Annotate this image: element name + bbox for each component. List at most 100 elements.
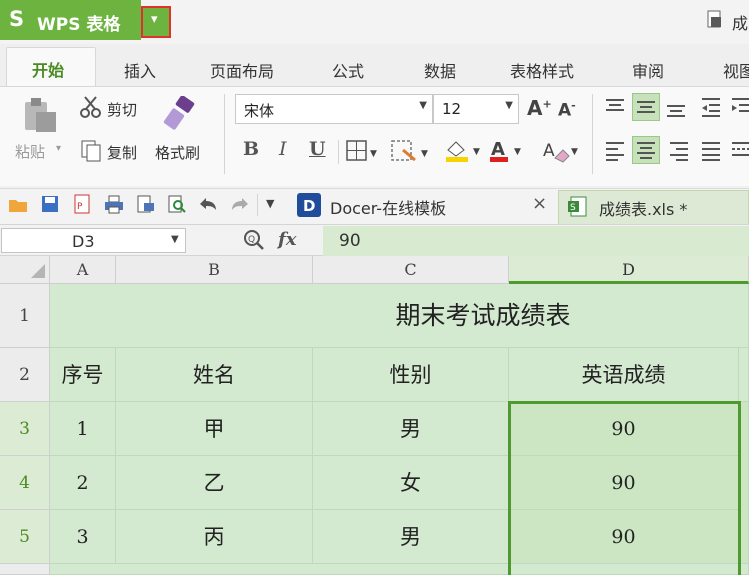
spreadsheet-file-icon: S [567, 196, 589, 222]
svg-text:D: D [303, 197, 315, 215]
align-middle-icon[interactable] [632, 93, 660, 121]
align-bottom-icon[interactable] [665, 98, 687, 124]
svg-text:▼: ▼ [473, 147, 480, 157]
file-tab-active[interactable]: S 成绩表.xls * [558, 190, 749, 224]
font-name-value: 宋体 [244, 102, 275, 120]
paste-icon[interactable] [20, 96, 60, 138]
row-header-5[interactable]: 5 [0, 510, 50, 564]
increase-indent-icon[interactable] [730, 96, 749, 122]
svg-text:▼: ▼ [571, 147, 578, 157]
italic-button[interactable]: I [279, 138, 287, 160]
font-color-icon[interactable]: A ▼ [488, 138, 528, 168]
row-header-4[interactable]: 4 [0, 456, 50, 510]
font-name-select[interactable]: 宋体 ▼ [235, 94, 433, 124]
bold-button[interactable]: B [243, 138, 259, 160]
cell-style-icon[interactable]: ▼ [391, 140, 431, 168]
tab-page-layout[interactable]: 页面布局 [210, 58, 274, 82]
save-icon[interactable] [40, 194, 60, 218]
empty-cell[interactable] [739, 348, 749, 402]
insert-function-icon[interactable]: fx [278, 229, 296, 250]
table-cell[interactable]: 2 [50, 456, 116, 510]
tab-view[interactable]: 视图 [723, 58, 749, 82]
table-cell[interactable]: 3 [50, 510, 116, 564]
increase-font-icon[interactable]: A+ [527, 96, 552, 120]
open-folder-icon[interactable] [8, 195, 30, 219]
ribbon-divider [224, 94, 225, 174]
tab-data[interactable]: 数据 [424, 58, 456, 82]
svg-text:▼: ▼ [370, 149, 377, 159]
tab-table-style[interactable]: 表格样式 [510, 58, 574, 82]
distributed-align-icon[interactable] [730, 140, 749, 166]
svg-text:▼: ▼ [514, 147, 521, 157]
align-left-icon[interactable] [604, 140, 626, 166]
tab-label: 开始 [32, 61, 65, 80]
paste-dropdown-icon[interactable]: ▾ [56, 143, 61, 154]
clear-format-icon[interactable]: A ▼ [541, 138, 581, 168]
format-painter-icon[interactable] [163, 95, 199, 136]
row-header-2[interactable]: 2 [0, 348, 50, 402]
align-center-icon[interactable] [632, 136, 660, 164]
scissors-icon[interactable] [80, 96, 102, 122]
format-painter-label[interactable]: 格式刷 [155, 142, 200, 163]
row-header-1[interactable]: 1 [0, 284, 50, 348]
docer-template-tab[interactable]: D Docer-在线模板 × [297, 190, 555, 222]
tab-home[interactable]: 开始 [6, 47, 96, 87]
header-cell[interactable]: 序号 [50, 348, 116, 402]
close-tab-icon[interactable]: × [532, 193, 547, 214]
app-menu-dropdown-button[interactable]: ▾ [141, 6, 171, 38]
sheet-title-cell[interactable]: 期末考试成绩表 [50, 284, 749, 348]
zoom-search-icon[interactable]: Q [243, 229, 265, 255]
decrease-indent-icon[interactable] [700, 96, 722, 122]
cut-label[interactable]: 剪切 [107, 99, 137, 120]
align-right-icon[interactable] [668, 140, 690, 166]
decrease-font-icon[interactable]: A- [558, 99, 576, 121]
export-pdf-icon[interactable]: P [72, 194, 92, 218]
tab-insert[interactable]: 插入 [124, 58, 156, 82]
table-cell[interactable]: 男 [313, 510, 509, 564]
table-cell[interactable]: 女 [313, 456, 509, 510]
align-top-icon[interactable] [604, 96, 626, 122]
paste-label[interactable]: 粘贴 [15, 141, 45, 162]
copy-label[interactable]: 复制 [107, 142, 137, 163]
borders-icon[interactable]: ▼ [346, 140, 380, 166]
table-cell[interactable]: 1 [50, 402, 116, 456]
app-name: WPS 表格 [37, 15, 121, 35]
column-header-d[interactable]: D [509, 256, 749, 284]
row-header-3[interactable]: 3 [0, 402, 50, 456]
copy-icon[interactable] [80, 139, 102, 167]
print-icon[interactable] [104, 194, 124, 218]
file-tab-label: 成绩表.xls * [599, 200, 688, 219]
document-icon[interactable] [706, 9, 724, 29]
font-size-select[interactable]: 12 ▼ [433, 94, 519, 124]
svg-text:S: S [570, 203, 576, 213]
fill-color-icon[interactable]: ▼ [443, 138, 483, 168]
zoom-preview-icon[interactable] [167, 194, 187, 218]
column-header-b[interactable]: B [116, 256, 313, 284]
justify-icon[interactable] [700, 140, 722, 166]
ribbon-divider [338, 140, 339, 164]
header-cell[interactable]: 姓名 [116, 348, 313, 402]
svg-text:A: A [491, 139, 505, 160]
chevron-down-icon: ▾ [151, 12, 158, 27]
table-cell[interactable]: 乙 [116, 456, 313, 510]
table-cell[interactable]: 甲 [116, 402, 313, 456]
redo-icon[interactable] [230, 196, 250, 216]
column-header-a[interactable]: A [50, 256, 116, 284]
formula-input[interactable]: 90 [323, 226, 749, 256]
wps-app-menu-button[interactable]: S WPS 表格 [0, 0, 141, 40]
underline-button[interactable]: U [309, 138, 326, 160]
table-cell[interactable]: 男 [313, 402, 509, 456]
column-header-c[interactable]: C [313, 256, 509, 284]
tab-review[interactable]: 审阅 [632, 58, 664, 82]
name-box[interactable]: D3 ▼ [1, 228, 186, 253]
tab-formulas[interactable]: 公式 [332, 58, 364, 82]
customize-toolbar-dropdown-icon[interactable]: ▼ [266, 197, 274, 210]
svg-text:Q: Q [248, 235, 255, 245]
header-cell[interactable]: 英语成绩 [509, 348, 739, 402]
print-preview-icon[interactable] [136, 194, 156, 218]
header-cell[interactable]: 性别 [313, 348, 509, 402]
undo-icon[interactable] [198, 196, 218, 216]
row-header-6[interactable] [0, 564, 50, 575]
select-all-corner[interactable] [0, 256, 50, 284]
table-cell[interactable]: 丙 [116, 510, 313, 564]
